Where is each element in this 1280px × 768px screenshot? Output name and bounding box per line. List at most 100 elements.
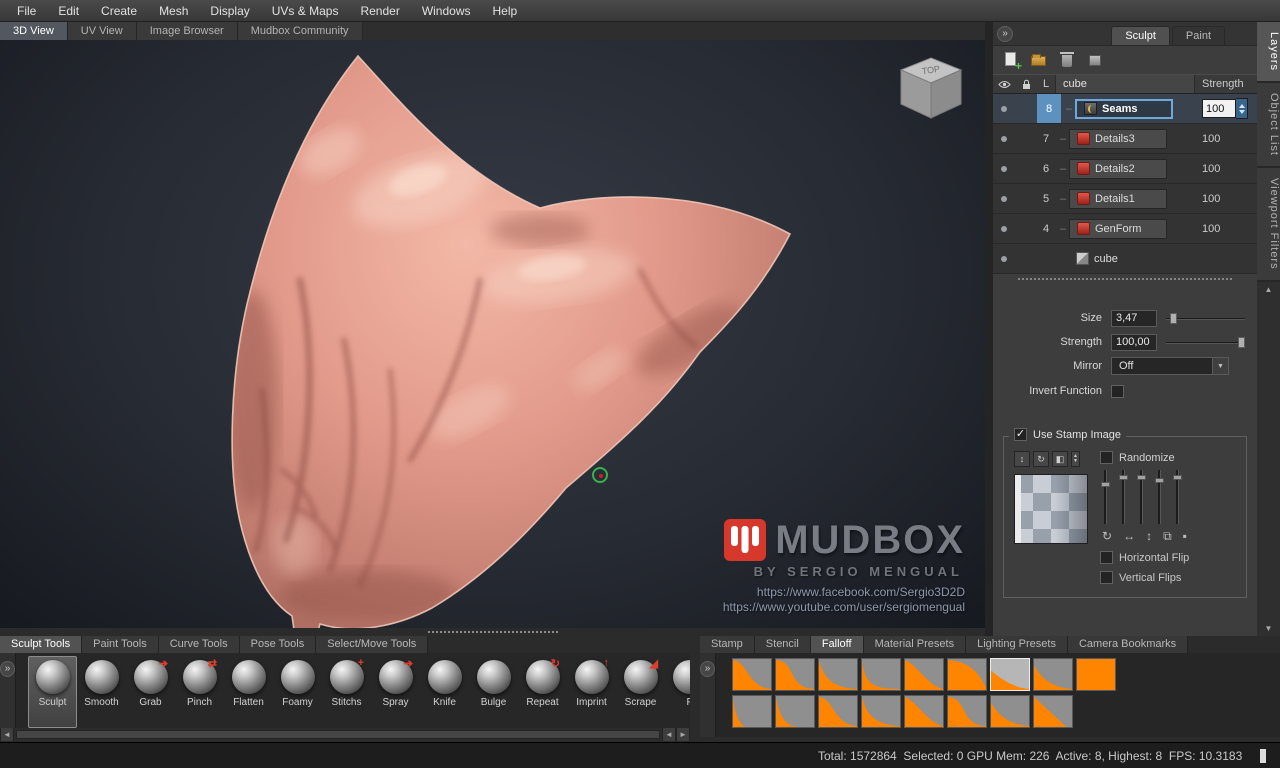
tool-button[interactable]: Sculpt: [28, 656, 77, 728]
layer-options-icon[interactable]: [1087, 52, 1103, 68]
stamp-export-icon[interactable]: ⧉: [1163, 529, 1172, 544]
tool-button[interactable]: ◢ Scrape: [616, 656, 665, 728]
new-layer-group-icon[interactable]: [1031, 52, 1047, 68]
viewport-tab[interactable]: UV View: [67, 22, 137, 40]
menu-item[interactable]: Windows: [411, 1, 482, 21]
layer-mode-tab[interactable]: Paint: [1171, 26, 1225, 45]
stamp-browse-button[interactable]: ↕: [1014, 451, 1030, 467]
panel-collapse-chevron-icon[interactable]: »: [997, 26, 1013, 42]
stamp-flip-vertical-icon[interactable]: ↕: [1146, 529, 1152, 544]
layer-mode-tab[interactable]: Sculpt: [1111, 26, 1170, 45]
stamp-rotate-icon[interactable]: ↻: [1102, 529, 1112, 544]
layer-name-box[interactable]: cube: [1069, 249, 1125, 269]
invert-function-checkbox[interactable]: [1111, 384, 1124, 398]
falloff-preset-thumbnail[interactable]: [1033, 695, 1073, 728]
random-slider[interactable]: [1119, 470, 1128, 524]
scroll-left-icon[interactable]: ◄: [662, 728, 676, 741]
layer-row[interactable]: 5 – Details1 100: [993, 184, 1257, 214]
viewport-splitter[interactable]: [0, 628, 985, 636]
layer-row[interactable]: 6 – Details2 100: [993, 154, 1257, 184]
falloff-preset-thumbnail[interactable]: [861, 695, 901, 728]
preset-tab[interactable]: Lighting Presets: [966, 636, 1068, 653]
tool-button[interactable]: Smooth: [77, 656, 126, 728]
falloff-preset-thumbnail[interactable]: [990, 658, 1030, 691]
random-slider[interactable]: [1173, 470, 1182, 524]
falloff-preset-thumbnail[interactable]: [1076, 658, 1116, 691]
size-input[interactable]: [1111, 309, 1157, 327]
layer-visibility-dot[interactable]: [1001, 225, 1007, 232]
layer-name-box[interactable]: GenForm: [1069, 218, 1167, 239]
falloff-preset-thumbnail[interactable]: [775, 695, 815, 728]
scroll-down-arrow-icon[interactable]: ▼: [1257, 621, 1280, 636]
falloff-preset-thumbnail[interactable]: [904, 658, 944, 691]
layer-name-box[interactable]: Details2: [1069, 158, 1167, 179]
strength-spinner[interactable]: [1236, 98, 1248, 119]
layer-visibility-dot[interactable]: [1001, 195, 1007, 202]
falloff-preset-thumbnail[interactable]: [818, 695, 858, 728]
tray-scrollbar[interactable]: ◄ ◄ ►: [0, 728, 690, 741]
viewport-3d[interactable]: TOP MUDBOX BY SERGIO MENGUAL https://www…: [0, 40, 985, 628]
tool-button[interactable]: Flatten: [224, 656, 273, 728]
falloff-preset-thumbnail[interactable]: [947, 658, 987, 691]
layer-row[interactable]: – cube: [993, 244, 1257, 274]
scroll-up-arrow-icon[interactable]: ▲: [1257, 282, 1280, 297]
layer-visibility-dot[interactable]: [1001, 135, 1007, 142]
viewport-tab[interactable]: Image Browser: [136, 22, 238, 40]
tool-button[interactable]: ↑ Imprint: [567, 656, 616, 728]
menu-item[interactable]: Mesh: [148, 1, 199, 21]
preset-tab[interactable]: Stamp: [700, 636, 755, 653]
side-tab[interactable]: Viewport Filters: [1257, 168, 1280, 282]
scroll-right-icon[interactable]: ►: [676, 728, 690, 741]
mesh-name-header[interactable]: cube: [1055, 75, 1195, 93]
scrollbar-thumb[interactable]: [16, 730, 660, 739]
random-slider[interactable]: [1155, 470, 1164, 524]
tool-button[interactable]: + Stitchs: [322, 656, 371, 728]
side-tab[interactable]: Object List: [1257, 83, 1280, 168]
random-slider[interactable]: [1137, 470, 1146, 524]
falloff-preset-thumbnail[interactable]: [732, 695, 772, 728]
tool-category-tab[interactable]: Pose Tools: [239, 636, 317, 653]
stamp-stop-icon[interactable]: ▪: [1183, 529, 1187, 544]
viewport-tab[interactable]: 3D View: [0, 22, 68, 40]
menu-item[interactable]: Create: [90, 1, 148, 21]
menu-item[interactable]: Display: [199, 1, 260, 21]
stamp-flip-horizontal-icon[interactable]: ↔: [1123, 529, 1135, 544]
layer-name-box[interactable]: Details1: [1069, 188, 1167, 209]
menu-item[interactable]: Help: [482, 1, 529, 21]
vertical-flip-checkbox[interactable]: [1100, 571, 1113, 584]
preset-tab[interactable]: Stencil: [754, 636, 811, 653]
viewport-tab[interactable]: Mudbox Community: [237, 22, 363, 40]
view-cube[interactable]: TOP: [893, 50, 969, 126]
layer-row[interactable]: 8 – Seams 100: [993, 94, 1257, 124]
falloff-preset-thumbnail[interactable]: [1033, 658, 1073, 691]
layer-visibility-dot[interactable]: [1001, 255, 1007, 262]
chevron-down-icon[interactable]: ▼: [1212, 358, 1228, 374]
side-tab[interactable]: Layers: [1257, 22, 1280, 84]
stamp-spinner[interactable]: ▲ ▼: [1071, 451, 1080, 467]
layer-name-box[interactable]: Seams: [1075, 98, 1173, 119]
delete-layer-icon[interactable]: [1059, 52, 1075, 68]
tool-button[interactable]: Foamy: [273, 656, 322, 728]
menu-item[interactable]: UVs & Maps: [261, 1, 350, 21]
layer-visibility-dot[interactable]: [1001, 165, 1007, 172]
menu-item[interactable]: Edit: [47, 1, 90, 21]
stamp-image-preview[interactable]: [1014, 474, 1088, 544]
new-layer-icon[interactable]: +: [1003, 52, 1022, 72]
tray-collapse-chevron-icon[interactable]: »: [0, 661, 15, 677]
layer-visibility-dot[interactable]: [1001, 105, 1007, 112]
layer-row[interactable]: 7 – Details3 100: [993, 124, 1257, 154]
use-stamp-image-checkbox[interactable]: [1014, 428, 1027, 441]
falloff-preset-thumbnail[interactable]: [990, 695, 1030, 728]
falloff-preset-thumbnail[interactable]: [904, 695, 944, 728]
falloff-preset-thumbnail[interactable]: [775, 658, 815, 691]
tool-button[interactable]: ➔ Grab: [126, 656, 175, 728]
strength-slider[interactable]: [1166, 336, 1245, 349]
layer-strength-input[interactable]: [1202, 99, 1236, 118]
tool-button[interactable]: F: [665, 656, 690, 728]
falloff-preset-thumbnail[interactable]: [818, 658, 858, 691]
layer-row[interactable]: 4 – GenForm 100: [993, 214, 1257, 244]
falloff-preset-thumbnail[interactable]: [861, 658, 901, 691]
tool-category-tab[interactable]: Curve Tools: [158, 636, 240, 653]
tool-category-tab[interactable]: Sculpt Tools: [0, 636, 83, 653]
falloff-collapse-chevron-icon[interactable]: »: [700, 661, 715, 677]
